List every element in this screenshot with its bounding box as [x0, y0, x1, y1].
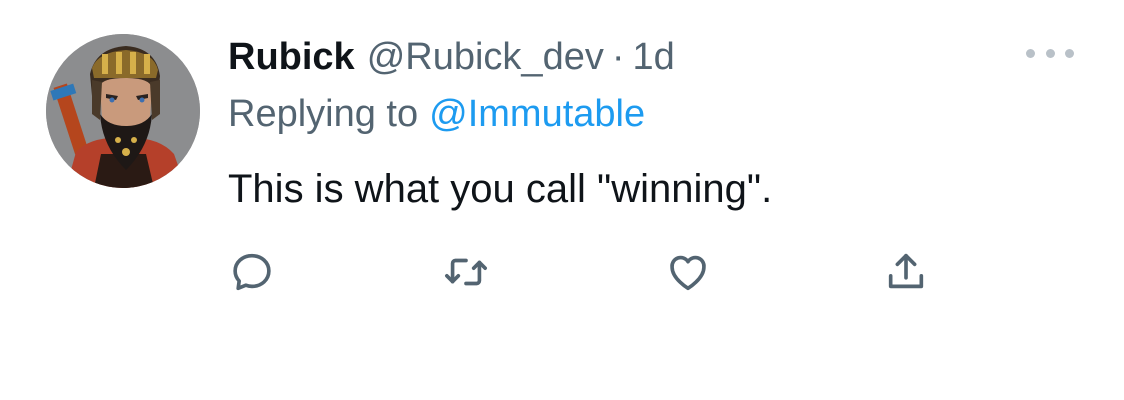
- replying-to-line: Replying to @Immutable: [228, 90, 645, 138]
- like-icon: [670, 255, 706, 291]
- separator: ·: [611, 35, 625, 78]
- reply-mention-link[interactable]: @Immutable: [429, 93, 645, 136]
- tweet-header: Rubick @Rubick_dev · 1d: [228, 34, 675, 80]
- reply-icon: [233, 253, 271, 291]
- tweet: Rubick @Rubick_dev · 1d Replying to @Imm…: [0, 0, 1124, 400]
- retweet-button[interactable]: [438, 244, 494, 300]
- retweet-icon: [445, 258, 487, 286]
- user-handle[interactable]: @Rubick_dev: [367, 36, 604, 79]
- avatar-image: [46, 34, 200, 188]
- replying-to-label: Replying to: [228, 92, 419, 135]
- more-dot-icon: [1026, 48, 1035, 58]
- share-button[interactable]: [878, 244, 934, 300]
- reply-button[interactable]: [224, 244, 280, 300]
- tweet-text: This is what you call "winning".: [228, 166, 773, 211]
- avatar[interactable]: [46, 34, 200, 188]
- tweet-age[interactable]: 1d: [633, 36, 675, 79]
- like-button[interactable]: [660, 244, 716, 300]
- share-icon: [888, 253, 924, 289]
- more-dot-icon: [1065, 48, 1074, 58]
- more-options-button[interactable]: [1026, 38, 1074, 68]
- display-name[interactable]: Rubick: [228, 36, 355, 79]
- more-dot-icon: [1045, 48, 1055, 58]
